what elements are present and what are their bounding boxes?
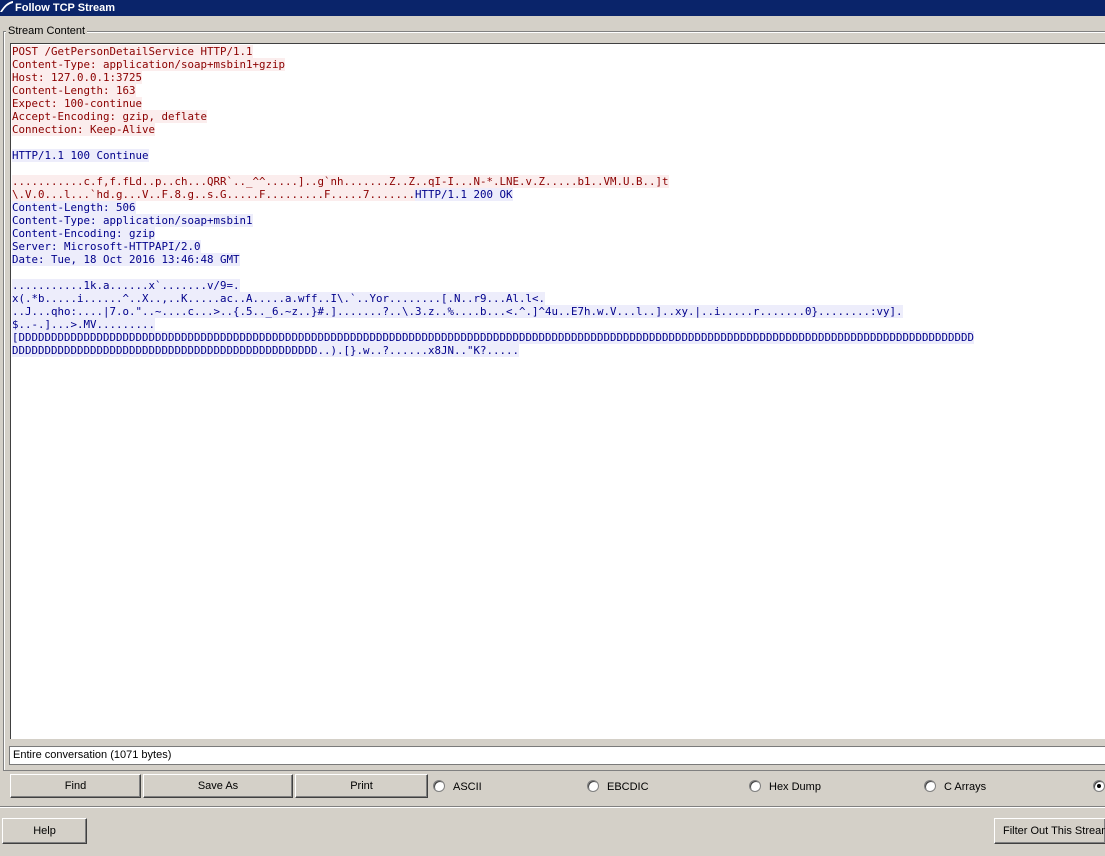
stream-line: Connection: Keep-Alive (12, 123, 974, 136)
client-segment: Content-Type: application/soap+msbin1+gz… (12, 58, 286, 71)
stream-line (12, 162, 974, 175)
radio-ascii-circle (433, 780, 445, 792)
radio-c-arrays-circle (924, 780, 936, 792)
stream-line: Host: 127.0.0.1:3725 (12, 71, 974, 84)
stream-line: Content-Type: application/soap+msbin1+gz… (12, 58, 974, 71)
radio-ebcdic-circle (587, 780, 599, 792)
server-segment: Content-Encoding: gzip (12, 227, 156, 240)
filter-out-stream-button[interactable]: Filter Out This Stream (994, 818, 1105, 844)
stream-line: Date: Tue, 18 Oct 2016 13:46:48 GMT (12, 253, 974, 266)
stream-line: Content-Length: 163 (12, 84, 974, 97)
client-segment: Expect: 100-continue (12, 97, 143, 110)
stream-line: DDDDDDDDDDDDDDDDDDDDDDDDDDDDDDDDDDDDDDDD… (12, 344, 974, 357)
stream-line: [DDDDDDDDDDDDDDDDDDDDDDDDDDDDDDDDDDDDDDD… (12, 331, 975, 344)
stream-line: POST /GetPersonDetailService HTTP/1.1 (12, 45, 974, 58)
stream-line: Server: Microsoft-HTTPAPI/2.0 (12, 240, 974, 253)
stream-line: \.V.0...l...`hd.g...V..F.8.g..s.G.....F.… (12, 188, 974, 201)
filter-out-stream-button-label: Filter Out This Stream (1003, 825, 1105, 837)
stream-line: Accept-Encoding: gzip, deflate (12, 110, 974, 123)
stream-line: Expect: 100-continue (12, 97, 974, 110)
save-as-button[interactable]: Save As (143, 774, 293, 798)
client-segment: \.V.0...l...`hd.g...V..F.8.g..s.G.....F.… (12, 188, 416, 201)
bottom-divider (0, 806, 1105, 808)
stream-line (12, 136, 974, 149)
find-button[interactable]: Find (10, 774, 141, 798)
server-segment: ...........1k.a......x`.......v/9=. (12, 279, 240, 292)
save-as-button-label: Save As (197, 780, 239, 792)
server-segment: x(.*b.....i......^..X..,..K.....ac..A...… (12, 292, 546, 305)
radio-ebcdic-label: EBCDIC (607, 781, 649, 793)
stream-lines: POST /GetPersonDetailService HTTP/1.1 Con… (12, 45, 975, 357)
help-button[interactable]: Help (2, 818, 87, 844)
server-segment: $..-.]...>.MV......... (12, 318, 156, 331)
help-button-label: Help (33, 825, 56, 837)
print-button-label: Print (350, 780, 373, 792)
stream-line: Content-Encoding: gzip (12, 227, 974, 240)
stream-line: Content-Type: application/soap+msbin1 (12, 214, 974, 227)
stream-line: x(.*b.....i......^..X..,..K.....ac..A...… (12, 292, 974, 305)
server-segment: DDDDDDDDDDDDDDDDDDDDDDDDDDDDDDDDDDDDDDDD… (12, 344, 520, 357)
client-segment: POST /GetPersonDetailService HTTP/1.1 (12, 45, 253, 58)
conversation-select-value: Entire conversation (1071 bytes) (13, 749, 172, 761)
server-segment: HTTP/1.1 100 Continue (12, 149, 149, 162)
server-segment: Content-Length: 506 (12, 201, 136, 214)
conversation-select[interactable]: Entire conversation (1071 bytes) (9, 746, 1105, 765)
radio-selected-dot (1097, 784, 1101, 788)
client-segment: ...........c.f,f.fLd..p..ch...QRR`.._^^.… (12, 175, 669, 188)
stream-line: ..J...qho:....|7.o."..~....c...>..{.5.._… (12, 305, 974, 318)
radio-ascii-label: ASCII (453, 781, 482, 793)
radio-hex-dump-label: Hex Dump (769, 781, 821, 793)
radio-raw-circle (1093, 780, 1105, 792)
stream-line: ...........1k.a......x`.......v/9=. (12, 279, 974, 292)
print-button[interactable]: Print (295, 774, 428, 798)
radio-hex-dump-circle (749, 780, 761, 792)
stream-content-legend: Stream Content (6, 24, 88, 38)
stream-content-text[interactable]: POST /GetPersonDetailService HTTP/1.1 Con… (10, 43, 1105, 739)
server-segment: [DDDDDDDDDDDDDDDDDDDDDDDDDDDDDDDDDDDDDDD… (12, 331, 975, 344)
client-segment: Connection: Keep-Alive (12, 123, 156, 136)
server-segment: Date: Tue, 18 Oct 2016 13:46:48 GMT (12, 253, 240, 266)
stream-line: Content-Length: 506 (12, 201, 974, 214)
client-segment: Accept-Encoding: gzip, deflate (12, 110, 208, 123)
client-segment: Content-Length: 163 (12, 84, 136, 97)
stream-line (12, 266, 974, 279)
stream-line: ...........c.f,f.fLd..p..ch...QRR`.._^^.… (12, 175, 974, 188)
wireshark-fin-icon (0, 0, 13, 16)
radio-raw-selected[interactable] (1093, 779, 1105, 795)
stream-line: HTTP/1.1 100 Continue (12, 149, 974, 162)
window-titlebar: Follow TCP Stream (0, 0, 1105, 16)
server-segment: HTTP/1.1 200 OK (415, 188, 513, 201)
stream-line: $..-.]...>.MV......... (12, 318, 974, 331)
server-segment: Server: Microsoft-HTTPAPI/2.0 (12, 240, 201, 253)
client-segment: Host: 127.0.0.1:3725 (12, 71, 143, 84)
radio-c-arrays-label: C Arrays (944, 781, 987, 793)
server-segment: ..J...qho:....|7.o."..~....c...>..{.5.._… (12, 305, 903, 318)
window-title: Follow TCP Stream (15, 2, 116, 14)
server-segment: Content-Type: application/soap+msbin1 (12, 214, 253, 227)
find-button-label: Find (64, 780, 87, 792)
